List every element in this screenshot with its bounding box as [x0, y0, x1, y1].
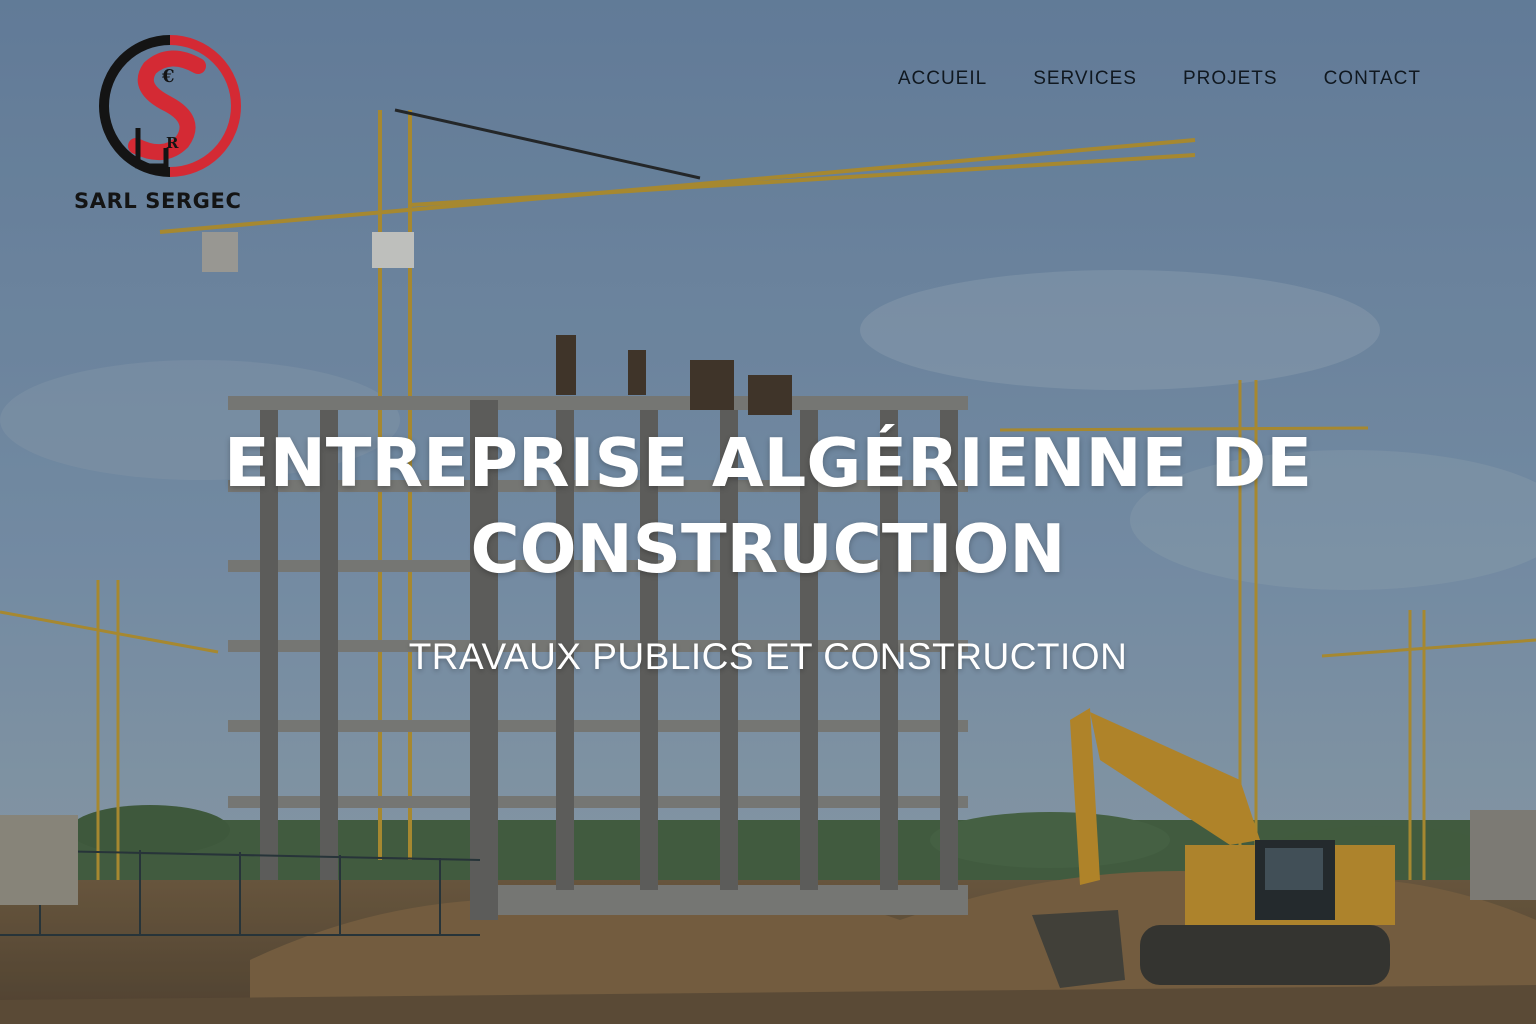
nav-item-contact[interactable]: CONTACT	[1324, 68, 1421, 90]
hero-title: ENTREPRISE ALGÉRIENNE DE CONSTRUCTION	[223, 424, 1313, 588]
brand-name: SARL SERGEC	[74, 189, 242, 213]
hero-subtitle: TRAVAUX PUBLICS ET CONSTRUCTION	[408, 636, 1128, 677]
nav-item-services[interactable]: SERVICES	[1033, 68, 1137, 90]
svg-text:R: R	[166, 134, 179, 152]
logo-emblem-icon: € R	[99, 35, 241, 177]
nav-item-projets[interactable]: PROJETS	[1183, 68, 1278, 90]
brand-logo[interactable]: € R SARL SERGEC	[70, 32, 280, 222]
svg-text:€: €	[161, 66, 175, 87]
nav-item-accueil[interactable]: ACCUEIL	[898, 68, 987, 90]
main-navigation: ACCUEIL SERVICES PROJETS CONTACT	[852, 68, 1421, 90]
